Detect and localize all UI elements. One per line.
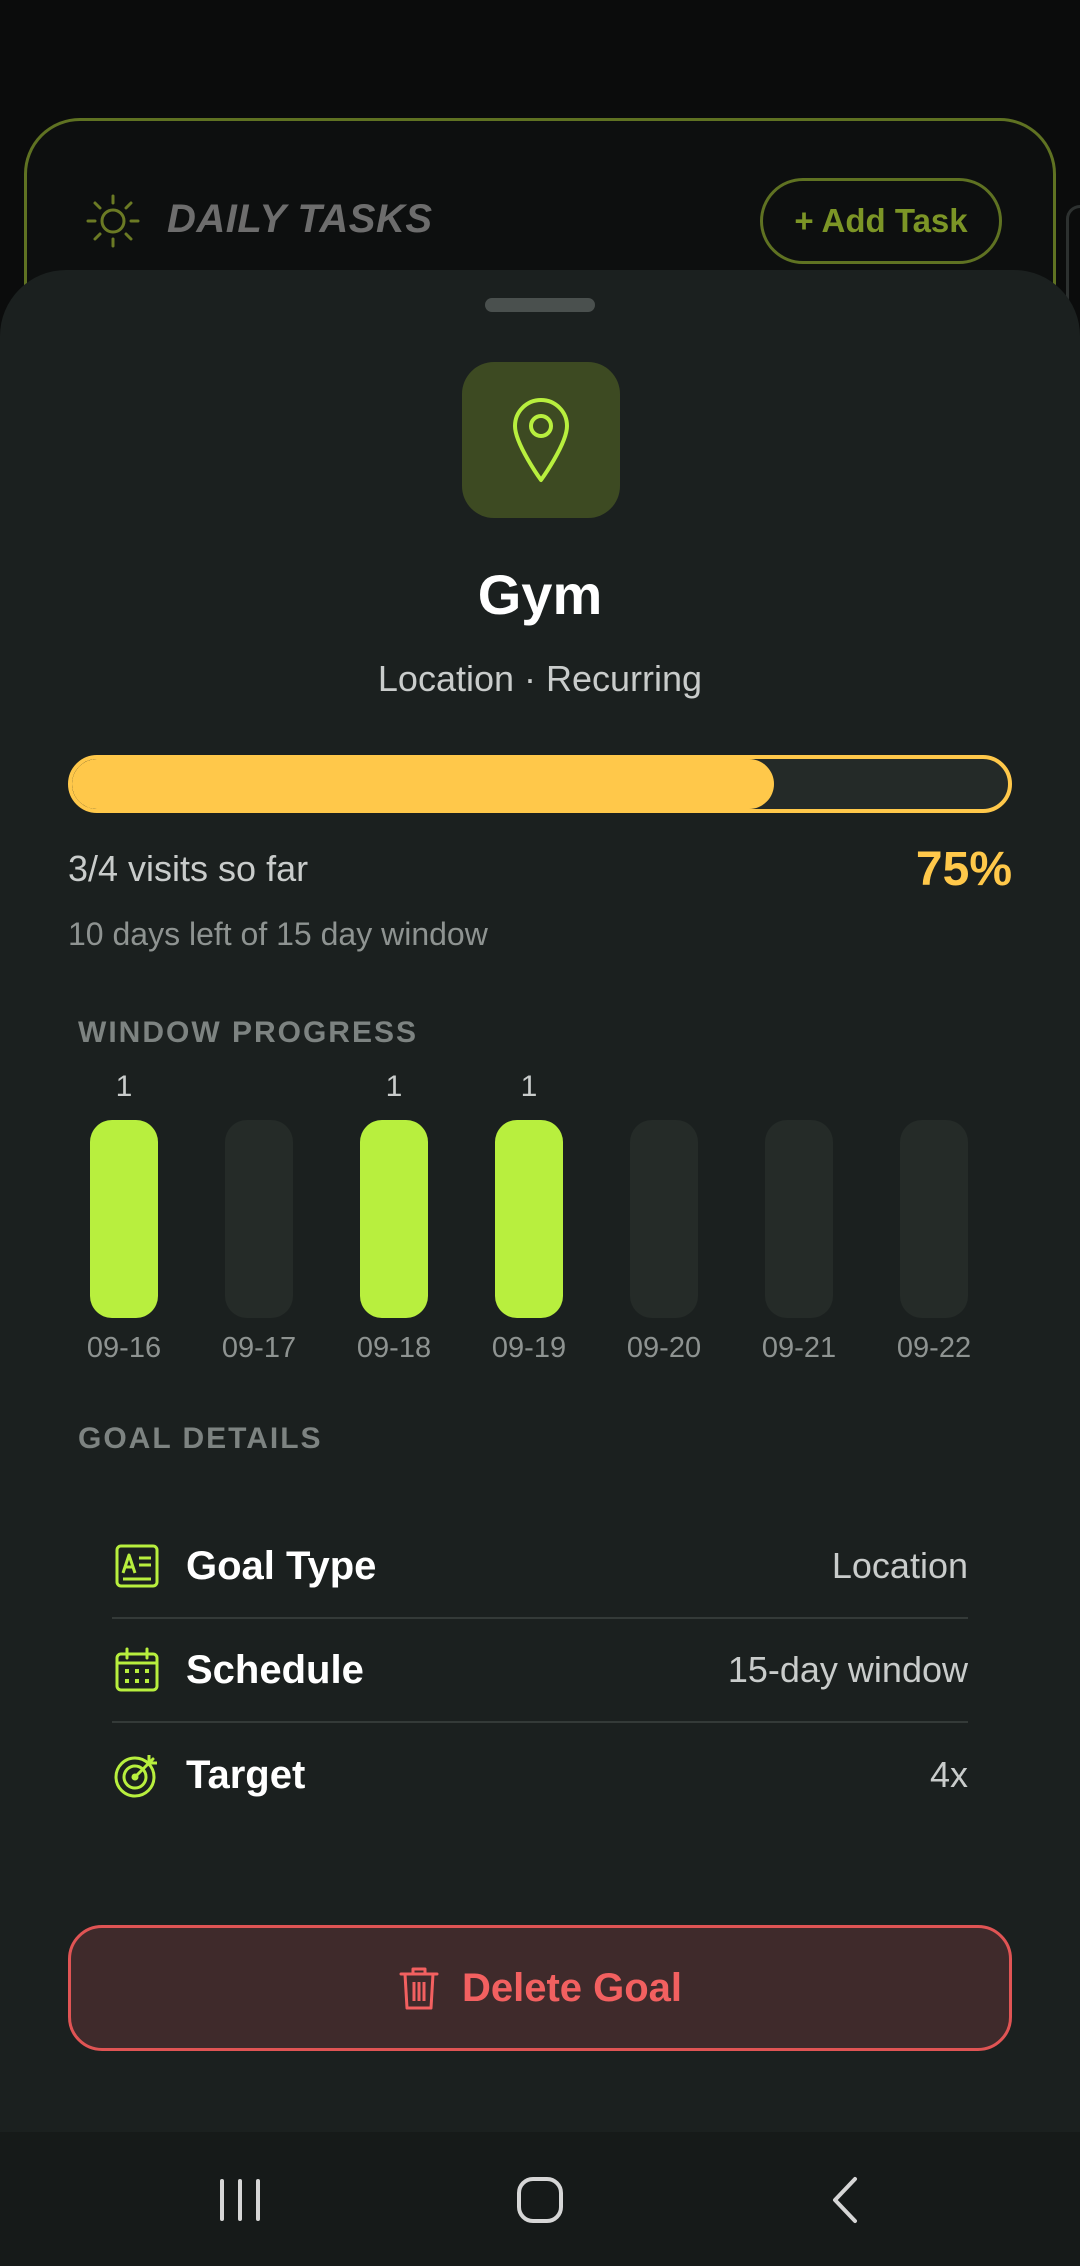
day-column-09-16: 1 09-16 <box>60 1070 195 1370</box>
detail-row-target: Target 4x <box>112 1723 968 1827</box>
progress-percent: 75% <box>915 843 1012 896</box>
day-date-label: 09-22 <box>896 1332 972 1364</box>
day-bar <box>90 1120 158 1318</box>
calendar-icon <box>112 1645 162 1695</box>
day-bar <box>360 1120 428 1318</box>
delete-goal-button[interactable]: Delete Goal <box>68 1925 1012 2051</box>
trash-icon <box>398 1965 440 2011</box>
detail-value-target: 4x <box>929 1754 968 1795</box>
goal-subtitle: Location · Recurring <box>377 658 703 699</box>
recents-button[interactable] <box>205 2170 275 2230</box>
day-count-label: 1 <box>520 1070 538 1103</box>
day-column-09-19: 1 09-19 <box>465 1070 600 1370</box>
day-date-label: 09-21 <box>761 1332 837 1364</box>
day-bar <box>495 1120 563 1318</box>
day-column-09-22: 09-22 <box>870 1070 1005 1370</box>
window-progress-label: WINDOW PROGRESS <box>78 1016 419 1049</box>
day-column-09-18: 1 09-18 <box>330 1070 465 1370</box>
detail-label-schedule: Schedule <box>186 1647 364 1692</box>
days-left-text: 10 days left of 15 day window <box>68 916 488 952</box>
target-icon <box>112 1750 162 1800</box>
goal-detail-sheet: Gym Location · Recurring 3/4 visits so f… <box>0 270 1080 2132</box>
day-date-label: 09-18 <box>356 1332 432 1364</box>
detail-label-goal-type: Goal Type <box>186 1543 377 1588</box>
day-column-09-17: 09-17 <box>195 1070 330 1370</box>
day-date-label: 09-20 <box>626 1332 702 1364</box>
add-task-button[interactable]: + Add Task <box>760 178 1002 264</box>
day-count-label: 1 <box>385 1070 403 1103</box>
goal-details-label: GOAL DETAILS <box>78 1422 323 1455</box>
system-nav-bar <box>0 2132 1080 2266</box>
day-bar <box>630 1120 698 1318</box>
location-pin-icon <box>513 398 569 482</box>
day-bar <box>765 1120 833 1318</box>
detail-label-target: Target <box>186 1752 306 1797</box>
daily-tasks-title: DAILY TASKS <box>167 197 433 241</box>
recents-icon <box>220 2179 260 2221</box>
day-date-label: 09-17 <box>221 1332 297 1364</box>
day-date-label: 09-19 <box>491 1332 567 1364</box>
home-button[interactable] <box>505 2170 575 2230</box>
detail-value-schedule: 15-day window <box>727 1649 968 1690</box>
home-icon <box>517 2177 563 2223</box>
goal-progress-fill <box>72 759 774 809</box>
goal-details-list: Goal Type Location Schedule 15-day windo… <box>112 1515 968 1827</box>
day-count-label: 1 <box>115 1070 133 1103</box>
day-column-09-20: 09-20 <box>600 1070 735 1370</box>
day-date-label: 09-16 <box>86 1332 162 1364</box>
day-bar <box>900 1120 968 1318</box>
back-button[interactable] <box>810 2170 880 2230</box>
detail-row-goal-type: Goal Type Location <box>112 1515 968 1619</box>
sun-icon <box>86 194 140 248</box>
detail-row-schedule: Schedule 15-day window <box>112 1619 968 1723</box>
window-progress-chart: 1 09-16 09-17 1 09-18 1 09-19 09-20 09-21 09-22 <box>60 1070 1020 1370</box>
detail-value-goal-type: Location <box>831 1545 968 1586</box>
delete-goal-label: Delete Goal <box>461 1965 683 2010</box>
day-column-09-21: 09-21 <box>735 1070 870 1370</box>
sheet-drag-handle[interactable] <box>485 298 595 312</box>
visits-count-text: 3/4 visits so far <box>68 848 309 889</box>
card-text-icon <box>112 1541 162 1591</box>
back-icon <box>833 2177 857 2223</box>
goal-progress-bar <box>68 755 1012 813</box>
goal-type-tile <box>462 362 620 518</box>
goal-title: Gym <box>477 563 603 626</box>
day-bar <box>225 1120 293 1318</box>
